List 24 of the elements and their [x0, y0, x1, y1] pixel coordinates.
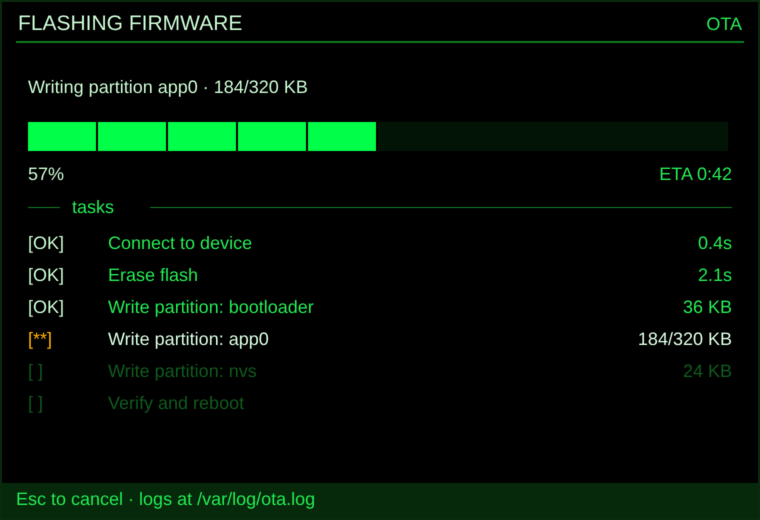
window-title: FLASHING FIRMWARE [18, 12, 242, 36]
task-status: [OK] [28, 296, 66, 318]
task-detail: 36 KB [682, 296, 732, 318]
task-status: [ ] [28, 360, 44, 382]
task-name: Erase flash [108, 264, 200, 286]
progress-percent: 57% [28, 164, 64, 185]
section-heading: tasks [72, 197, 114, 218]
status-bar: Esc to cancel · logs at /var/log/ota.log [2, 483, 758, 518]
eta-label: ETA 0:42 [659, 164, 732, 185]
task-status: [**] [28, 328, 54, 350]
task-name: Verify and reboot [108, 392, 246, 414]
progress-caption: Writing partition app0 · 184/320 KB [28, 77, 309, 98]
task-status: [OK] [28, 264, 66, 286]
task-detail: 2.1s [698, 264, 732, 286]
task-detail: 0.4s [698, 232, 732, 254]
task-detail: 184/320 KB [638, 328, 732, 350]
task-name: Write partition: nvs [108, 360, 258, 382]
task-name: Write partition: bootloader [108, 296, 315, 318]
task-name: Connect to device [108, 232, 254, 254]
task-detail: 24 KB [682, 360, 732, 382]
task-name: Write partition: app0 [108, 328, 270, 350]
task-status: [OK] [28, 232, 66, 254]
task-status: [ ] [28, 392, 44, 414]
mode-label: OTA [706, 14, 742, 34]
